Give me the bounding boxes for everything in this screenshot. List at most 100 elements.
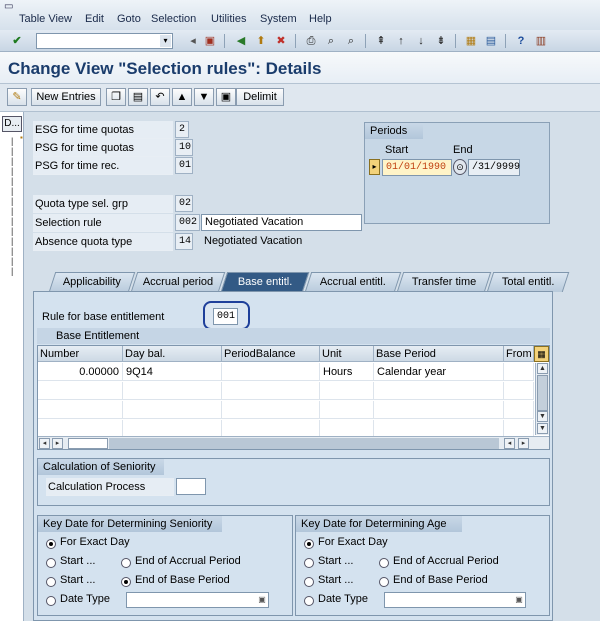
age-end-accrual-radio[interactable] xyxy=(379,558,389,568)
scroll-up-icon[interactable]: ▲ xyxy=(537,363,548,374)
cell-period-balance[interactable] xyxy=(222,363,320,381)
next-entry-icon[interactable]: ▼ xyxy=(194,88,214,106)
cell-unit[interactable]: Hours xyxy=(320,363,374,381)
seniority-exact-day-radio[interactable] xyxy=(46,539,56,549)
scroll-last-icon[interactable]: ▸ xyxy=(518,438,529,449)
cell-period-balance[interactable] xyxy=(222,401,320,419)
menu-help[interactable]: Help xyxy=(309,13,332,25)
back-arrow-icon[interactable]: ◂ xyxy=(185,33,201,49)
tab-accrual-entitl[interactable]: Accrual entitl. xyxy=(304,272,402,292)
cell-base-period[interactable] xyxy=(374,401,504,419)
delete-icon[interactable]: ▤ xyxy=(128,88,148,106)
menu-selection[interactable]: Selection xyxy=(151,13,196,25)
age-exact-day-radio[interactable] xyxy=(304,539,314,549)
menu-edit[interactable]: Edit xyxy=(85,13,104,25)
tab-accrual-period[interactable]: Accrual period xyxy=(130,272,226,292)
scroll-left-icon[interactable]: ▸ xyxy=(52,438,63,449)
last-page-icon[interactable]: ⇟ xyxy=(433,33,449,49)
seniority-start1-radio[interactable] xyxy=(46,558,56,568)
next-page-icon[interactable]: ↓ xyxy=(413,33,429,49)
table-row[interactable] xyxy=(38,382,534,400)
table-settings-icon[interactable]: ▦ xyxy=(534,346,549,362)
menu-table-view[interactable]: Table View xyxy=(19,13,72,25)
cell-from[interactable] xyxy=(504,363,534,381)
shortcut-icon[interactable]: ▤ xyxy=(483,33,499,49)
cell-day-bal[interactable] xyxy=(123,401,222,419)
age-start1-radio[interactable] xyxy=(304,558,314,568)
menu-utilities[interactable]: Utilities xyxy=(211,13,246,25)
cell-number[interactable] xyxy=(38,382,123,400)
rule-base-entitlement-field[interactable]: 001 xyxy=(213,308,238,325)
cancel-icon[interactable]: ✖ xyxy=(273,33,289,49)
scroll-first-icon[interactable]: ◂ xyxy=(39,438,50,449)
col-number[interactable]: Number xyxy=(38,346,123,362)
row-selector-icon[interactable]: ▸ xyxy=(369,159,380,175)
age-date-type-field[interactable]: ▣ xyxy=(384,592,526,608)
tab-applicability[interactable]: Applicability xyxy=(48,272,136,292)
cell-base-period[interactable]: Calendar year xyxy=(374,363,504,381)
cell-number[interactable]: 0.00000 xyxy=(38,363,123,381)
horizontal-scroll-track[interactable] xyxy=(109,438,499,449)
age-date-type-radio[interactable] xyxy=(304,596,314,606)
command-dropdown-icon[interactable]: ▾ xyxy=(160,35,171,47)
first-page-icon[interactable]: ⇞ xyxy=(373,33,389,49)
undo-change-icon[interactable]: ↶ xyxy=(150,88,170,106)
new-entries-button[interactable]: New Entries xyxy=(31,88,101,106)
cell-period-balance[interactable] xyxy=(222,382,320,400)
tab-total-entitl[interactable]: Total entitl. xyxy=(486,272,570,292)
find-icon[interactable]: ⌕ xyxy=(323,33,339,49)
enter-icon[interactable]: ✔ xyxy=(9,33,25,49)
period-start-field[interactable]: 01/01/1990 xyxy=(382,159,452,176)
table-row[interactable]: 0.00000 9Q14 Hours Calendar year xyxy=(38,363,534,381)
seniority-end-accrual-radio[interactable] xyxy=(121,558,131,568)
cell-unit[interactable] xyxy=(320,382,374,400)
cell-from[interactable] xyxy=(504,401,534,419)
copy-icon[interactable]: ❐ xyxy=(106,88,126,106)
save-icon[interactable]: ▣ xyxy=(202,33,218,49)
exit-icon[interactable]: ⬆ xyxy=(253,33,269,49)
age-start2-radio[interactable] xyxy=(304,577,314,587)
col-base-period[interactable]: Base Period xyxy=(374,346,504,362)
delimit-button[interactable]: Delimit xyxy=(236,88,284,106)
seniority-start2-radio[interactable] xyxy=(46,577,56,587)
display-change-icon[interactable]: ✎ xyxy=(7,88,27,106)
cell-unit[interactable] xyxy=(320,401,374,419)
find-next-icon[interactable]: ⌕ xyxy=(343,33,359,49)
calendar-help-icon[interactable]: ⊙ xyxy=(453,159,467,175)
tab-transfer-time[interactable]: Transfer time xyxy=(396,272,492,292)
system-menu-icon[interactable]: ▭ xyxy=(4,1,16,12)
table-vertical-scrollbar[interactable]: ▲ ▼ ▼ xyxy=(535,363,549,435)
horizontal-scroll-thumb[interactable] xyxy=(68,438,108,449)
vertical-scroll-thumb[interactable] xyxy=(537,375,548,411)
print-icon[interactable]: ⎙ xyxy=(303,33,319,49)
date-type-f4-icon[interactable]: ▣ xyxy=(514,594,524,606)
layout-menu-icon[interactable]: ▥ xyxy=(533,33,549,49)
previous-entry-icon[interactable]: ▲ xyxy=(172,88,192,106)
cell-day-bal[interactable]: 9Q14 xyxy=(123,363,222,381)
help-icon[interactable]: ? xyxy=(513,33,529,49)
table-horizontal-scrollbar[interactable]: ◂ ▸ ◂ ▸ xyxy=(38,436,549,449)
col-period-balance[interactable]: PeriodBalance xyxy=(222,346,320,362)
menu-goto[interactable]: Goto xyxy=(117,13,141,25)
date-type-f4-icon[interactable]: ▣ xyxy=(257,594,267,606)
age-end-base-radio[interactable] xyxy=(379,577,389,587)
dialog-structure-header[interactable]: D... xyxy=(2,116,22,132)
cell-day-bal[interactable] xyxy=(123,382,222,400)
calc-process-field[interactable] xyxy=(176,478,206,495)
new-session-icon[interactable]: ▦ xyxy=(463,33,479,49)
cell-from[interactable] xyxy=(504,382,534,400)
cell-base-period[interactable] xyxy=(374,382,504,400)
seniority-date-type-field[interactable]: ▣ xyxy=(126,592,269,608)
seniority-end-base-radio[interactable] xyxy=(121,577,131,587)
table-row[interactable] xyxy=(38,401,534,419)
menu-system[interactable]: System xyxy=(260,13,297,25)
select-all-icon[interactable]: ▣ xyxy=(216,88,236,106)
col-from[interactable]: From xyxy=(504,346,534,362)
scroll-right-prev-icon[interactable]: ◂ xyxy=(504,438,515,449)
col-day-bal[interactable]: Day bal. xyxy=(123,346,222,362)
col-unit[interactable]: Unit xyxy=(320,346,374,362)
previous-page-icon[interactable]: ↑ xyxy=(393,33,409,49)
period-end-field[interactable]: /31/9999 xyxy=(468,159,520,176)
scroll-down-icon[interactable]: ▼ xyxy=(537,423,548,434)
tab-base-entitl[interactable]: Base entitl. xyxy=(220,272,310,292)
